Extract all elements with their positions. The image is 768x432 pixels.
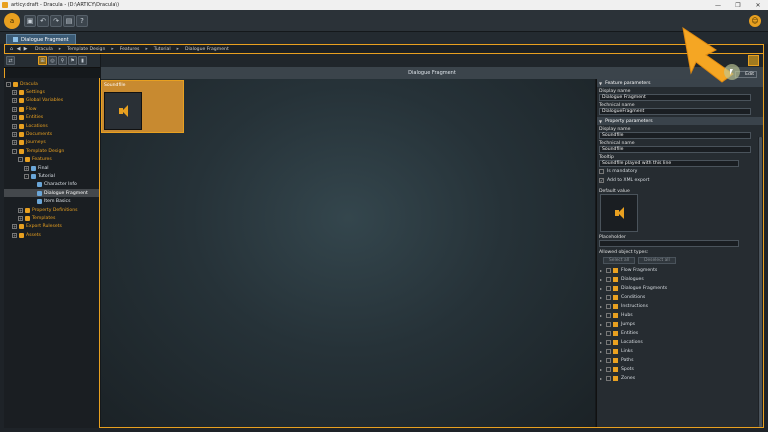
mouse-cursor-icon [730, 69, 733, 75]
annotation-arrow-icon [682, 26, 734, 83]
